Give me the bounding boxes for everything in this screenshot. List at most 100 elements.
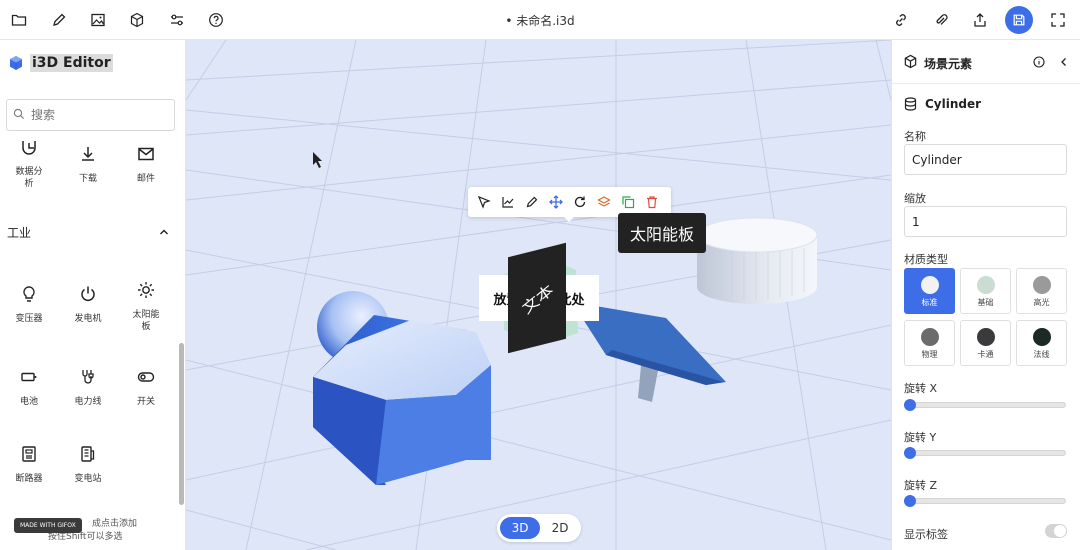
material-label: 法线 [1033,350,1050,359]
library-item-breaker[interactable]: 断路器 [9,443,49,485]
item-label: 电力线 [74,397,102,407]
watermark-badge: MADE WITH GIFOX [14,518,82,533]
library-item-mail[interactable]: 邮件 [126,143,166,185]
library-item-battery[interactable]: 电池 [9,366,49,408]
layers-icon[interactable] [596,194,612,210]
3d-viewport[interactable]: 放置文本到此处 文本 太阳能板 3D 2D [186,40,891,550]
cylinder-object[interactable] [696,217,818,304]
generator-icon [68,283,108,305]
switch-icon [126,366,166,388]
mouse-cursor [313,152,322,168]
properties-panel: 场景元素 Cylinder 名称 缩放 材质类型 标准 基础 高光 物理 卡通 … [891,40,1080,550]
library-item-transformer[interactable]: 变压器 [9,283,49,325]
library-item-switch[interactable]: 开关 [126,366,166,408]
save-icon[interactable] [1005,6,1033,34]
download-icon [68,143,108,165]
sidebar-scrollbar[interactable] [179,343,184,505]
search-box[interactable] [6,99,175,131]
delete-icon[interactable] [644,194,660,210]
search-input[interactable] [31,106,171,124]
material-basic-option[interactable]: 基础 [960,268,1011,314]
scale-input[interactable] [904,206,1067,237]
slider-thumb[interactable] [904,495,916,507]
item-label: 变压器 [15,314,43,324]
library-item-solar-panel[interactable]: 太阳能板 [126,279,166,333]
material-swatch [920,328,939,346]
material-swatch [976,276,995,294]
collapse-panel-icon[interactable] [1058,56,1070,68]
library-item-power-line[interactable]: 电力线 [68,366,108,408]
link-icon[interactable] [889,8,913,32]
fullscreen-icon[interactable] [1046,8,1070,32]
section-title: 工业 [7,226,32,240]
top-bar: • 未命名.i3d [0,0,1080,40]
pencil-icon[interactable] [524,194,540,210]
substation-icon [68,443,108,465]
view-mode-switch: 3D 2D [497,514,581,542]
library-item-generator[interactable]: 发电机 [68,283,108,325]
selected-object: Cylinder [904,97,981,111]
document-title: • 未命名.i3d [505,14,575,28]
show-label-toggle[interactable] [1045,524,1067,538]
material-swatch [920,276,939,294]
panel-title: 场景元素 [924,57,973,71]
library-item-download[interactable]: 下载 [68,143,108,185]
material-normal-option[interactable]: 法线 [1016,320,1067,366]
material-label: 卡通 [977,350,994,359]
mode-3d-button[interactable]: 3D [500,517,540,539]
rotate-z-label: 旋转 Z [904,479,938,492]
rotate-x-label: 旋转 X [904,382,938,395]
material-label: 标准 [921,298,938,307]
share-icon[interactable] [968,8,992,32]
item-label: 变电站 [74,474,102,484]
hover-tooltip: 太阳能板 [618,213,707,253]
attachment-icon[interactable] [929,8,953,32]
name-label: 名称 [904,130,926,143]
solar-panel-icon [126,279,166,301]
chart-icon[interactable] [500,194,516,210]
data-analysis-icon [9,136,49,158]
element-library-sidebar: i3D Editor 数据分析 下载 邮件 工业 变压器 [0,40,186,550]
slider-thumb[interactable] [904,447,916,459]
info-icon[interactable] [1033,56,1045,68]
section-industry[interactable]: 工业 [7,224,172,244]
brand-name: i3D Editor [30,54,113,72]
item-label: 发电机 [74,314,102,324]
material-physical-option[interactable]: 物理 [904,320,955,366]
rotate-icon[interactable] [572,194,588,210]
move-icon[interactable] [548,194,564,210]
power-line-icon [68,366,108,388]
logo-cube-icon [10,56,22,70]
mode-2d-button[interactable]: 2D [542,517,578,539]
copy-icon[interactable] [620,194,636,210]
name-input[interactable] [904,144,1067,175]
transformer-icon [9,283,49,305]
library-item-data-analysis[interactable]: 数据分析 [9,136,49,190]
slider-track [904,402,1066,408]
chevron-up-icon[interactable] [158,226,170,238]
item-label: 开关 [136,397,155,407]
rotate-z-slider[interactable] [904,495,1066,507]
slider-thumb[interactable] [904,399,916,411]
mail-icon [126,143,166,165]
text-panel-label: 文本 [519,280,557,318]
material-standard-option[interactable]: 标准 [904,268,955,314]
rotate-y-label: 旋转 Y [904,431,937,444]
scale-label: 缩放 [904,192,926,205]
item-label: 断路器 [15,474,43,484]
select-icon[interactable] [476,194,492,210]
material-type-label: 材质类型 [904,253,948,266]
brand: i3D Editor [8,54,113,72]
item-label: 邮件 [136,174,155,184]
text-panel-object[interactable]: 文本 [508,242,566,354]
cube-icon [904,54,917,69]
library-item-substation[interactable]: 变电站 [68,443,108,485]
panel-header: 场景元素 [892,40,1080,84]
rotate-y-slider[interactable] [904,447,1066,459]
material-toon-option[interactable]: 卡通 [960,320,1011,366]
toolbar-pointer [563,216,575,222]
material-phong-option[interactable]: 高光 [1016,268,1067,314]
slider-track [904,498,1066,504]
rotate-x-slider[interactable] [904,399,1066,411]
material-swatch [1032,276,1051,294]
